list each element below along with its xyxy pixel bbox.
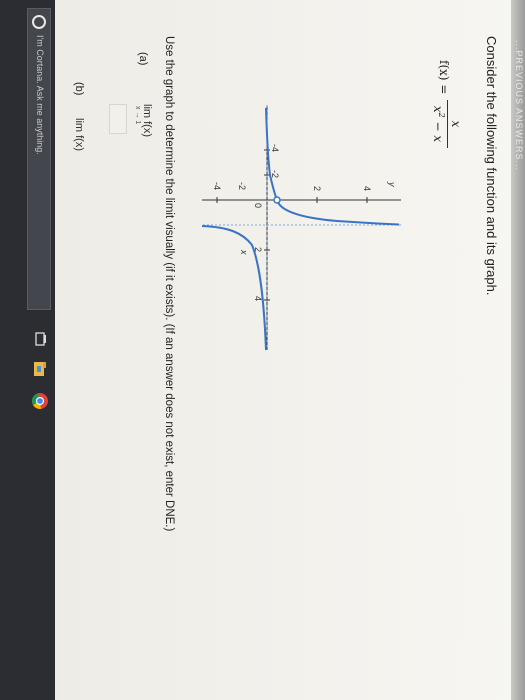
cortana-placeholder: I'm Cortana. Ask me anything. — [35, 35, 45, 155]
part-a-limit: lim f(x) x → 1 — [134, 104, 153, 137]
denominator-base: x — [431, 105, 445, 113]
function-fraction: x x2 − x — [431, 100, 463, 148]
chrome-icon[interactable] — [31, 392, 49, 410]
denominator-rest: − x — [431, 117, 445, 143]
function-lhs: f(x) = — [437, 60, 451, 95]
y-axis-label: y — [387, 181, 397, 187]
removable-discontinuity-hole — [273, 196, 281, 204]
y-tick-label: -2 — [237, 182, 247, 190]
cortana-search-box[interactable]: I'm Cortana. Ask me anything. — [27, 8, 51, 310]
rotated-screen: ...PREVIOUS ANSWERS... Consider the foll… — [0, 0, 525, 700]
x-tick-label: 0 — [253, 203, 263, 208]
y-tick-label: -4 — [212, 182, 222, 190]
windows-taskbar: I'm Cortana. Ask me anything. — [0, 0, 55, 700]
header-strip-text: ...PREVIOUS ANSWERS... — [514, 40, 524, 172]
function-graph: -4 -2 0 2 4 4 2 -2 -4 x y — [201, 105, 401, 351]
part-b-limit: lim f(x) — [73, 118, 85, 151]
right-branch-curve — [201, 225, 267, 351]
cortana-ring-icon — [32, 15, 46, 29]
left-branch-curve — [265, 107, 400, 226]
part-a-answer-input[interactable] — [109, 104, 127, 134]
part-a-label: (a) — [137, 52, 149, 66]
part-a-approach: x → 1 — [134, 106, 141, 125]
task-view-icon[interactable] — [31, 330, 49, 348]
part-b-label: (b) — [73, 82, 85, 96]
webassign-page: ...PREVIOUS ANSWERS... Consider the foll… — [55, 0, 525, 700]
instruction-text: Use the graph to determine the limit vis… — [163, 36, 175, 532]
part-b-lim-text: lim f(x) — [73, 118, 85, 151]
y-tick-label: 4 — [362, 186, 372, 191]
x-tick-label: 4 — [253, 296, 263, 301]
problem-prompt: Consider the following function and its … — [484, 36, 499, 296]
header-strip: ...PREVIOUS ANSWERS... — [511, 0, 525, 700]
fraction-numerator: x — [447, 100, 463, 148]
x-axis-label: x — [239, 249, 249, 255]
fraction-denominator: x2 − x — [431, 100, 447, 148]
file-explorer-icon[interactable] — [31, 360, 49, 378]
y-tick-label: 2 — [312, 186, 322, 191]
x-tick-label: -2 — [270, 170, 280, 178]
part-a-lim-text: lim f(x) — [141, 104, 153, 137]
x-tick-label: 2 — [253, 247, 263, 252]
x-tick-label: -4 — [270, 144, 280, 152]
